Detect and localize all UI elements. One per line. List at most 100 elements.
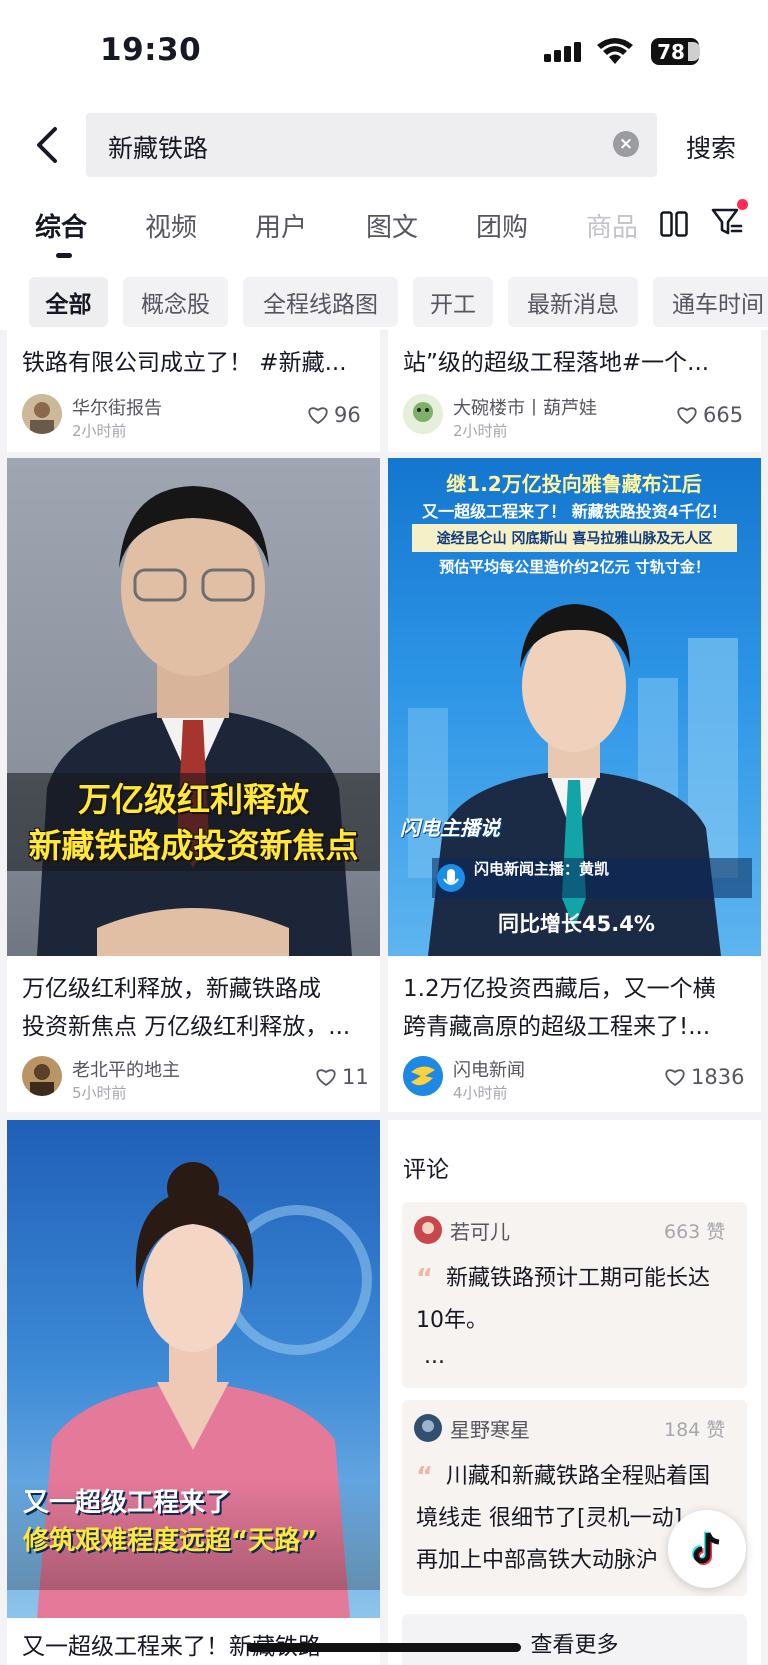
feed-card[interactable]: 继1.2万亿投向雅鲁藏布江后 又一超级工程来了！ 新藏铁路投资4千亿！ 途经昆仑…	[388, 458, 761, 1112]
anchor-name-label: 闪电新闻主播：黄凯	[474, 860, 610, 878]
avatar[interactable]	[414, 1414, 442, 1442]
video-thumbnail[interactable]: 又一超级工程来了 修筑艰难程度远超“天路”	[7, 1120, 380, 1618]
chip-construction-start[interactable]: 开工	[413, 277, 493, 327]
comments-title: 评论	[403, 1157, 449, 1183]
avatar[interactable]	[414, 1216, 442, 1244]
avatar-cartoon-icon	[403, 394, 443, 434]
post-time: 2小时前	[453, 422, 508, 440]
like-button[interactable]: 665	[676, 403, 743, 427]
tab-products[interactable]: 商品	[586, 207, 638, 244]
see-more-button[interactable]: 查看更多	[402, 1614, 747, 1665]
comment-likes: 184 赞	[664, 1419, 726, 1441]
tab-image-text[interactable]: 图文	[366, 207, 418, 244]
clear-search-icon[interactable]: ×	[613, 131, 639, 157]
microphone-icon	[437, 864, 465, 892]
comment-ellipsis: ...	[424, 1344, 445, 1369]
heart-icon	[316, 1069, 336, 1087]
card-title-line2: 跨青藏高原的超级工程来了!...	[403, 1014, 711, 1040]
card-title-line2: 投资新焦点 万亿级红利释放，...	[22, 1014, 351, 1040]
channel-logo-text: 闪电主播说	[400, 816, 500, 840]
thumbnail-caption-line1: 万亿级红利释放	[78, 780, 309, 819]
layout-toggle-icon[interactable]	[660, 211, 688, 237]
tab-group-buy[interactable]: 团购	[476, 207, 528, 244]
avatar[interactable]	[403, 1056, 443, 1096]
author-name[interactable]: 华尔街报告	[72, 394, 162, 420]
lightning-logo-icon	[403, 1056, 443, 1096]
thumbnail-caption-line2: 修筑艰难程度远超“天路”	[23, 1526, 318, 1556]
comment-text-line1: 新藏铁路预计工期可能长达	[446, 1266, 711, 1291]
home-indicator[interactable]	[247, 1643, 521, 1652]
status-time: 19:30	[100, 32, 202, 68]
card-title-line1: 1.2万亿投资西藏后，又一个横	[403, 976, 716, 1002]
quote-icon: “	[416, 1264, 434, 1294]
banner-line3: 途经昆仑山 冈底斯山 喜马拉雅山脉及无人区	[412, 524, 737, 552]
man-in-suit-portrait	[37, 486, 352, 956]
like-count: 665	[703, 403, 744, 427]
thumbnail-caption-line2: 新藏铁路成投资新焦点	[28, 826, 359, 865]
search-query-text[interactable]: 新藏铁路	[108, 129, 208, 165]
card-title-line1: 万亿级红利释放，新藏铁路成	[22, 976, 321, 1002]
chip-latest-news[interactable]: 最新消息	[508, 277, 638, 327]
avatar-portrait-icon	[414, 1216, 442, 1244]
avatar[interactable]	[22, 1056, 62, 1096]
like-button[interactable]: 11	[315, 1065, 369, 1089]
post-time: 4小时前	[453, 1084, 508, 1102]
avatar[interactable]	[403, 394, 443, 434]
comment-text-line2: 境线走 很细节了[灵机一动]	[416, 1506, 683, 1531]
battery-level: 78	[657, 39, 685, 64]
battery-indicator: 78	[651, 38, 700, 65]
comment-item[interactable]: 若可儿 663 赞 “ 新藏铁路预计工期可能长达 10年。 ...	[402, 1202, 747, 1388]
wifi-icon	[597, 38, 633, 64]
author-name[interactable]: 大碗楼市丨葫芦娃	[453, 394, 597, 420]
card-title: 站”级的超级工程落地#一个...	[403, 350, 710, 376]
card-title: 铁路有限公司成立了！ #新藏...	[22, 350, 347, 376]
banner-line4: 预估平均每公里造价约2亿元 寸轨寸金！	[439, 558, 710, 576]
comment-text-line3: 再加上中部高铁大动脉沪	[416, 1548, 659, 1573]
chip-route-map[interactable]: 全程线路图	[243, 277, 398, 327]
like-button[interactable]: 96	[307, 403, 361, 427]
banner-line2: 又一超级工程来了！ 新藏铁路投资4千亿！	[422, 502, 727, 521]
tab-comprehensive[interactable]: 综合	[35, 207, 87, 244]
feed-card[interactable]: 又一超级工程来了 修筑艰难程度远超“天路” 又一超级工程来了！新藏铁路	[7, 1120, 380, 1665]
avatar-portrait-icon	[414, 1414, 442, 1442]
comment-likes: 663 赞	[664, 1221, 726, 1243]
like-count: 96	[334, 403, 361, 427]
post-time: 5小时前	[72, 1084, 127, 1102]
quote-icon: “	[416, 1462, 434, 1492]
thumbnail-caption-line1: 又一超级工程来了	[23, 1488, 232, 1518]
author-name[interactable]: 老北平的地主	[72, 1056, 180, 1082]
growth-overlay-text: 同比增长45.4%	[498, 912, 655, 936]
comment-user[interactable]: 若可儿	[450, 1216, 510, 1245]
chip-concept-stocks[interactable]: 概念股	[123, 277, 228, 327]
heart-icon	[665, 1069, 685, 1087]
feed-card[interactable]: 万亿级红利释放 新藏铁路成投资新焦点 万亿级红利释放，新藏铁路成 投资新焦点 万…	[7, 458, 380, 1112]
douyin-floating-button[interactable]	[668, 1510, 746, 1588]
chip-all[interactable]: 全部	[29, 277, 108, 327]
comment-text-line1: 川藏和新藏铁路全程贴着国	[446, 1464, 711, 1489]
feed-card[interactable]: 铁路有限公司成立了！ #新藏... 华尔街报告 2小时前 96	[7, 330, 380, 452]
cellular-signal-icon	[544, 42, 581, 62]
chip-opening-date[interactable]: 通车时间	[653, 277, 768, 327]
avatar-portrait-icon	[22, 1056, 62, 1096]
comment-user[interactable]: 星野寒星	[450, 1414, 530, 1443]
like-button[interactable]: 1836	[664, 1065, 744, 1089]
avatar[interactable]	[22, 394, 62, 434]
like-count: 1836	[691, 1065, 745, 1089]
filter-icon[interactable]	[711, 207, 743, 237]
back-arrow-icon[interactable]	[33, 125, 61, 165]
filter-notification-dot	[737, 199, 748, 210]
feed-card[interactable]: 站”级的超级工程落地#一个... 大碗楼市丨葫芦娃 2小时前 665	[388, 330, 761, 452]
avatar-portrait-icon	[22, 394, 62, 434]
heart-icon	[677, 407, 697, 425]
video-thumbnail[interactable]: 万亿级红利释放 新藏铁路成投资新焦点	[7, 458, 380, 956]
tab-video[interactable]: 视频	[145, 207, 197, 244]
author-name[interactable]: 闪电新闻	[453, 1056, 525, 1082]
banner-line1: 继1.2万亿投向雅鲁藏布江后	[446, 472, 702, 496]
douyin-logo-icon	[692, 1531, 720, 1565]
post-time: 2小时前	[72, 422, 127, 440]
search-button[interactable]: 搜索	[686, 129, 736, 165]
tab-users[interactable]: 用户	[255, 207, 307, 244]
active-tab-indicator	[56, 253, 72, 258]
video-thumbnail[interactable]: 继1.2万亿投向雅鲁藏布江后 又一超级工程来了！ 新藏铁路投资4千亿！ 途经昆仑…	[388, 458, 761, 956]
like-count: 11	[342, 1065, 369, 1089]
